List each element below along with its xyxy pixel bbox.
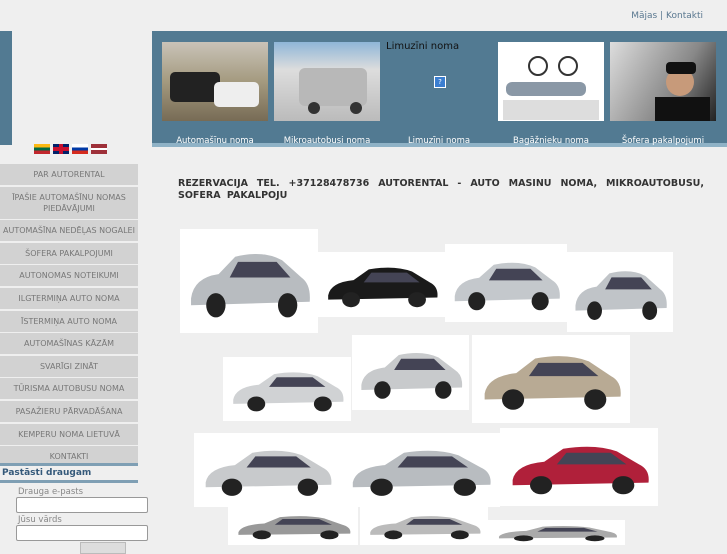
menu-item-special-offers[interactable]: Īpašie automašīnu nomas piedāvājumi	[0, 186, 138, 219]
category-banner: Automašīnu noma Mikroautobusi noma Limuz…	[152, 31, 727, 147]
menu-item-about[interactable]: Par autorental	[0, 164, 138, 185]
car-photo[interactable]	[360, 507, 488, 545]
menu-item-important[interactable]: Svarīgi zināt	[0, 355, 138, 377]
menu-item-weekend-car[interactable]: Automašīna nedēļas nogalei	[0, 220, 138, 242]
menu-item-tour-bus[interactable]: Tūrisma autobusu noma	[0, 378, 138, 400]
menu-item-wedding-cars[interactable]: Automašīnas kāzām	[0, 333, 138, 355]
friend-email-label: Drauga e-pasts	[18, 487, 84, 497]
sidebar-menu: Par autorental Īpašie automašīnu nomas p…	[0, 164, 138, 469]
roof-rack-image[interactable]	[498, 42, 604, 121]
flag-uk-icon[interactable]	[53, 144, 69, 154]
car-photo[interactable]	[567, 252, 673, 332]
menu-item-rental-terms[interactable]: Autonomas noteikumi	[0, 265, 138, 287]
car-photo[interactable]	[500, 428, 658, 506]
banner-label[interactable]: Šofera pakalpojumi	[593, 136, 727, 146]
flag-latvia-icon[interactable]	[91, 144, 107, 154]
your-name-input[interactable]	[16, 525, 148, 541]
chauffeur-image[interactable]	[610, 42, 716, 121]
banner-item-roof-rack-rental[interactable]: Bagāžnieku noma	[498, 42, 604, 146]
left-header-strip	[0, 31, 12, 145]
banner-item-minibus-rental[interactable]: Mikroautobusi noma	[274, 42, 380, 146]
car-rental-image[interactable]	[162, 42, 268, 121]
your-name-label: Jūsu vārds	[18, 515, 62, 525]
limousine-image-alt: Limuzīni noma	[386, 41, 460, 52]
banner-item-car-rental[interactable]: Automašīnu noma	[162, 42, 268, 146]
reservation-text: REZERVACIJA TEL. +37128478736 AUTORENTAL…	[178, 178, 704, 201]
car-photo[interactable]	[445, 244, 567, 322]
car-photo[interactable]	[194, 433, 340, 507]
car-photo[interactable]	[180, 229, 318, 333]
contacts-link[interactable]: Kontakti	[666, 11, 703, 21]
menu-item-short-term[interactable]: Īstermiņa auto noma	[0, 310, 138, 332]
menu-item-chauffeur[interactable]: Šofera pakalpojumi	[0, 242, 138, 264]
car-photo[interactable]	[352, 335, 469, 410]
car-photo[interactable]	[488, 520, 625, 545]
menu-item-passenger-transport[interactable]: Pasažieru pārvadāšana	[0, 400, 138, 422]
top-links: Mājas | Kontakti	[631, 11, 703, 21]
menu-item-long-term[interactable]: Ilgtermiņa auto noma	[0, 287, 138, 309]
send-button[interactable]	[80, 542, 126, 554]
flag-lithuania-icon[interactable]	[34, 144, 50, 154]
friend-email-input[interactable]	[16, 497, 148, 513]
car-photo[interactable]	[340, 433, 500, 507]
home-link[interactable]: Mājas	[631, 11, 657, 21]
language-flags	[34, 144, 107, 154]
flag-russia-icon[interactable]	[72, 144, 88, 154]
car-photo[interactable]	[472, 335, 630, 423]
broken-image-icon: ?	[434, 76, 446, 88]
tell-a-friend-title: Pastāsti draugam	[0, 463, 138, 483]
car-photo[interactable]	[223, 357, 351, 421]
menu-item-camper-rental[interactable]: Kemperu noma Lietuvā	[0, 423, 138, 445]
banner-item-limousine-rental[interactable]: Limuzīni noma ? Limuzīni noma	[386, 41, 492, 146]
car-photo[interactable]	[318, 252, 445, 317]
banner-item-chauffeur-services[interactable]: Šofera pakalpojumi	[610, 42, 716, 146]
car-photo[interactable]	[228, 507, 358, 545]
minibus-image[interactable]	[274, 42, 380, 121]
separator: |	[660, 11, 664, 21]
tell-a-friend-form: Pastāsti draugam Drauga e-pasts Jūsu vār…	[0, 463, 148, 554]
